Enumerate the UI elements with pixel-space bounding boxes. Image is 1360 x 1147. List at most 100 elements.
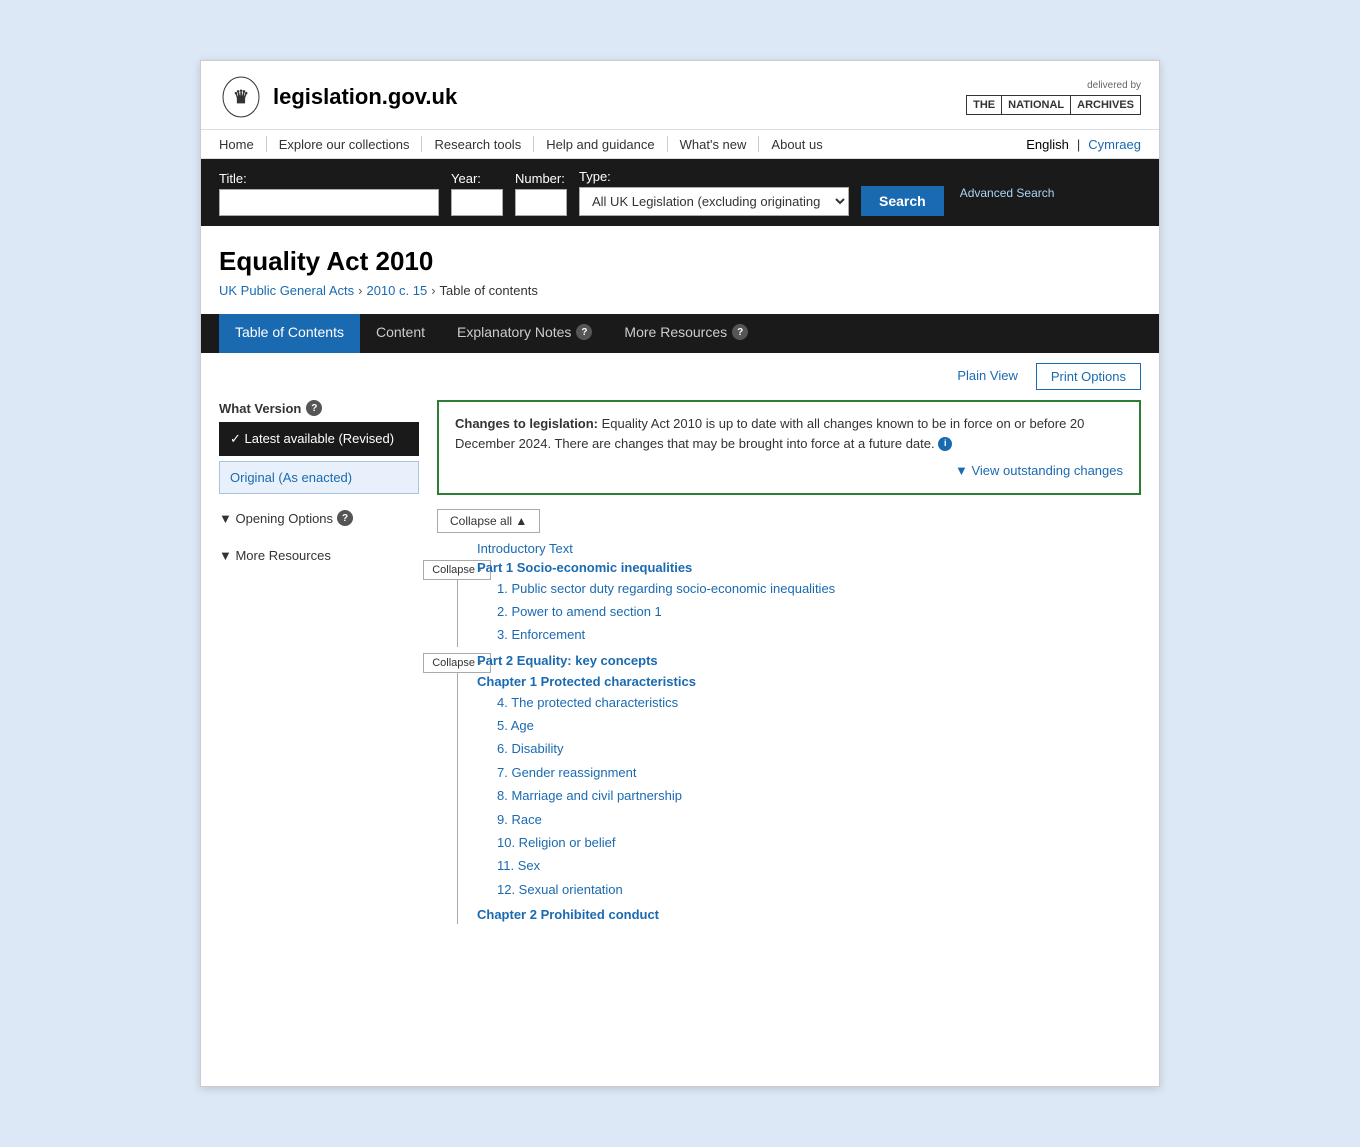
- delivered-by-label: delivered by: [1087, 80, 1141, 91]
- more-resources-section: ▼ More Resources: [219, 542, 419, 569]
- view-outstanding-link[interactable]: ▼ View outstanding changes: [455, 461, 1123, 481]
- toc-part-1-left: Collapse -: [437, 560, 477, 647]
- original-version-button[interactable]: Original (As enacted): [219, 461, 419, 494]
- what-version-title: What Version ?: [219, 400, 419, 416]
- na-logo-box: THE NATIONAL ARCHIVES: [966, 95, 1141, 115]
- toc-item-9[interactable]: 9. Race: [497, 808, 1141, 831]
- changes-box: Changes to legislation: Equality Act 201…: [437, 400, 1141, 495]
- toc-item-6[interactable]: 6. Disability: [497, 737, 1141, 760]
- nav-whatsnew[interactable]: What's new: [680, 137, 747, 152]
- tab-more-resources[interactable]: More Resources ?: [608, 314, 764, 353]
- type-label: Type:: [579, 169, 849, 184]
- toc-item-8[interactable]: 8. Marriage and civil partnership: [497, 784, 1141, 807]
- toc-part-1-vline: [457, 580, 458, 647]
- toc-item-1[interactable]: 1. Public sector duty regarding socio-ec…: [497, 577, 1141, 600]
- toc-part-1-group: Collapse - Part 1 Socio-economic inequal…: [437, 560, 1141, 647]
- explanatory-notes-help-icon: ?: [576, 324, 592, 340]
- toc-item-5[interactable]: 5. Age: [497, 714, 1141, 737]
- type-field: Type: All UK Legislation (excluding orig…: [579, 169, 849, 216]
- toc-part-2-group: Collapse - Part 2 Equality: key concepts…: [437, 653, 1141, 925]
- toc-part-2-left: Collapse -: [437, 653, 477, 925]
- breadcrumb-sep-1: ›: [358, 283, 362, 298]
- tab-content[interactable]: Content: [360, 314, 441, 353]
- content-area: Plain View Print Options What Version ? …: [201, 353, 1159, 950]
- toc-item-11[interactable]: 11. Sex: [497, 854, 1141, 877]
- number-field: Number:: [515, 171, 567, 216]
- number-input[interactable]: [515, 189, 567, 216]
- page-wrapper: ♛ legislation.gov.uk delivered by THE NA…: [200, 60, 1160, 1087]
- changes-info-icon: i: [938, 437, 952, 451]
- sidebar: What Version ? ✓ Latest available (Revis…: [219, 400, 419, 930]
- tab-explanatory-notes[interactable]: Explanatory Notes ?: [441, 314, 608, 353]
- changes-title: Changes to legislation:: [455, 416, 598, 431]
- nav-research[interactable]: Research tools: [434, 137, 521, 152]
- toc-item-3[interactable]: 3. Enforcement: [497, 623, 1141, 646]
- tab-bar: Table of Contents Content Explanatory No…: [201, 314, 1159, 353]
- view-options-bar: Plain View Print Options: [219, 353, 1141, 400]
- lang-sep: |: [1077, 137, 1080, 152]
- search-button[interactable]: Search: [861, 186, 944, 216]
- national-archives-logo: delivered by THE NATIONAL ARCHIVES: [966, 80, 1141, 115]
- logo-rest: .gov.uk: [382, 84, 457, 109]
- year-input[interactable]: [451, 189, 503, 216]
- site-nav: Home Explore our collections Research to…: [201, 130, 1159, 159]
- breadcrumb-current: Table of contents: [440, 283, 538, 298]
- breadcrumb-sep-2: ›: [431, 283, 435, 298]
- more-resources-toggle[interactable]: ▼ More Resources: [219, 542, 419, 569]
- breadcrumb-public-acts[interactable]: UK Public General Acts: [219, 283, 354, 298]
- toc-chapter-2-title[interactable]: Chapter 2 Prohibited conduct: [477, 907, 1141, 922]
- title-input[interactable]: [219, 189, 439, 216]
- what-version-help-icon: ?: [306, 400, 322, 416]
- type-select[interactable]: All UK Legislation (excluding originatin…: [579, 187, 849, 216]
- what-version-section: What Version ? ✓ Latest available (Revis…: [219, 400, 419, 494]
- toc-chapter-1-title[interactable]: Chapter 1 Protected characteristics: [477, 674, 1141, 689]
- breadcrumb: UK Public General Acts › 2010 c. 15 › Ta…: [219, 283, 1141, 298]
- toc-item-12[interactable]: 12. Sexual orientation: [497, 878, 1141, 901]
- logo-text: legislation.gov.uk: [273, 84, 457, 110]
- opening-options-help-icon: ?: [337, 510, 353, 526]
- plain-view-link[interactable]: Plain View: [947, 363, 1027, 390]
- crest-icon: ♛: [219, 75, 263, 119]
- nav-home[interactable]: Home: [219, 137, 254, 152]
- page-title-area: Equality Act 2010 UK Public General Acts…: [201, 226, 1159, 304]
- na-archives: ARCHIVES: [1071, 96, 1140, 114]
- nav-explore[interactable]: Explore our collections: [279, 137, 410, 152]
- two-column-layout: What Version ? ✓ Latest available (Revis…: [219, 400, 1141, 930]
- lang-cymraeg[interactable]: Cymraeg: [1088, 137, 1141, 152]
- breadcrumb-2010[interactable]: 2010 c. 15: [366, 283, 427, 298]
- language-switcher: English | Cymraeg: [1026, 137, 1141, 152]
- collapse-all-button[interactable]: Collapse all ▲: [437, 509, 540, 533]
- svg-text:♛: ♛: [233, 87, 249, 107]
- nav-help[interactable]: Help and guidance: [546, 137, 654, 152]
- toc-part-2-title[interactable]: Part 2 Equality: key concepts: [477, 653, 1141, 668]
- toc-item-7[interactable]: 7. Gender reassignment: [497, 761, 1141, 784]
- tab-table-of-contents[interactable]: Table of Contents: [219, 314, 360, 353]
- toc-controls: Collapse all ▲: [437, 509, 1141, 533]
- opening-options-toggle[interactable]: ▼ Opening Options ?: [219, 504, 419, 532]
- toc-part-1-right: Part 1 Socio-economic inequalities 1. Pu…: [477, 560, 1141, 647]
- nav-about[interactable]: About us: [771, 137, 822, 152]
- toc-item-2[interactable]: 2. Power to amend section 1: [497, 600, 1141, 623]
- more-resources-help-icon: ?: [732, 324, 748, 340]
- toc-part-2-vline: [457, 673, 458, 925]
- number-label: Number:: [515, 171, 567, 186]
- site-header: ♛ legislation.gov.uk delivered by THE NA…: [201, 61, 1159, 130]
- toc-introductory-text[interactable]: Introductory Text: [477, 541, 1141, 556]
- title-label: Title:: [219, 171, 439, 186]
- lang-english: English: [1026, 137, 1069, 152]
- print-options-button[interactable]: Print Options: [1036, 363, 1141, 390]
- latest-version-button[interactable]: ✓ Latest available (Revised): [219, 422, 419, 456]
- year-field: Year:: [451, 171, 503, 216]
- logo-bold: legislation: [273, 84, 382, 109]
- na-national: NATIONAL: [1002, 96, 1071, 114]
- search-bar: Title: Year: Number: Type: All UK Legisl…: [201, 159, 1159, 226]
- main-content: Changes to legislation: Equality Act 201…: [437, 400, 1141, 930]
- toc-part-1-title[interactable]: Part 1 Socio-economic inequalities: [477, 560, 1141, 575]
- page-title: Equality Act 2010: [219, 246, 1141, 277]
- nav-links: Home Explore our collections Research to…: [219, 136, 835, 152]
- advanced-search-link[interactable]: Advanced Search: [960, 186, 1055, 200]
- toc-item-4[interactable]: 4. The protected characteristics: [497, 691, 1141, 714]
- toc-item-10[interactable]: 10. Religion or belief: [497, 831, 1141, 854]
- title-field: Title:: [219, 171, 439, 216]
- na-the: THE: [967, 96, 1002, 114]
